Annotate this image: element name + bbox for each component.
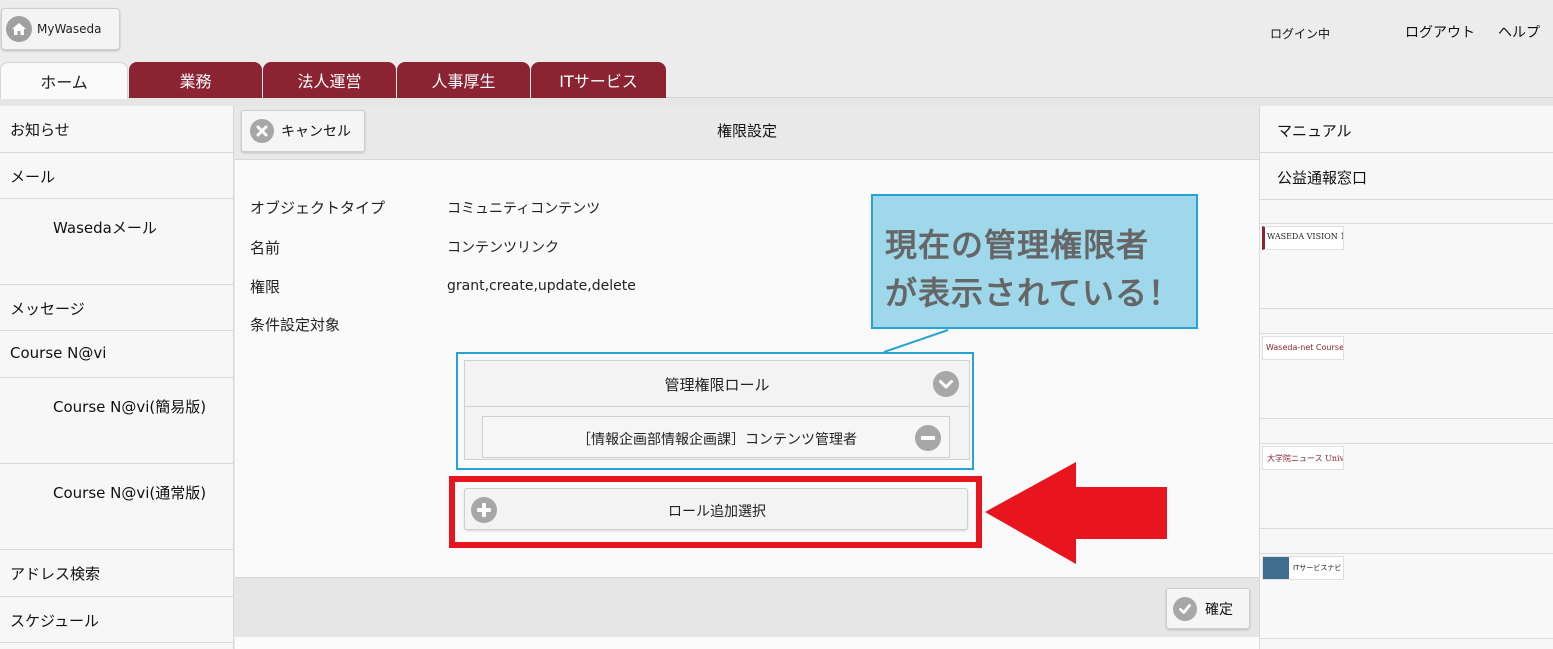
waseda-vision-logo: WASEDA VISION 150 [1262,226,1344,250]
sidebar-item-waseda-mail[interactable]: Wasedaメール [0,199,234,285]
sidebar-item-label: Course N@vi(通常版) [53,484,207,502]
banner-text: Waseda-net Course N@vi [1266,343,1344,352]
current-role-highlight-frame [456,352,974,470]
banner-it-service-navi[interactable]: ITサービスナビ [1260,553,1553,639]
sidebar-item-label: スケジュール [10,612,99,630]
confirm-button-label: 確定 [1205,601,1233,618]
bottom-strip [235,637,1259,649]
it-navi-thumbnail [1263,557,1289,579]
banner-text: 大学院ニュース University News [1267,454,1344,463]
home-button[interactable]: MyWaseda [1,8,120,50]
sidebar-item-label: Wasedaメール [53,219,157,237]
sidebar-item-course-navi-simple[interactable]: Course N@vi(簡易版) [0,378,234,464]
sidebar-item-message[interactable]: メッセージ [0,285,234,331]
field-label-permission: 権限 [250,278,281,296]
annotation-callout: 現在の管理権限者 が表示されている！ [871,194,1198,329]
sidebar-item-course-navi-normal[interactable]: Course N@vi(通常版) [0,464,234,550]
tab-bar: ホーム 業務 法人運営 人事厚生 ITサービス [0,62,1553,99]
top-header: MyWaseda ログイン中 ログアウト ヘルプ [0,0,1553,62]
tab-hr[interactable]: 人事厚生 [397,62,530,98]
field-value-permission: grant,create,update,delete [447,278,636,294]
field-label-object-type: オブジェクトタイプ [250,199,386,217]
banner-waseda-vision[interactable]: WASEDA VISION 150 [1260,223,1553,309]
tab-it-services[interactable]: ITサービス [531,62,666,98]
tab-home[interactable]: ホーム [0,62,128,99]
home-icon [6,16,32,42]
cancel-button-label: キャンセル [281,124,351,140]
dialog-footer: 確定 [235,577,1259,637]
sidebar-item-label: アドレス検索 [10,565,101,583]
close-icon [250,119,274,143]
sidebar-item-label: メール [10,168,56,186]
left-sidebar: お知らせ メール Wasedaメール メッセージ Course N@vi Cou… [0,106,234,649]
sidebar-item-label: メッセージ [10,300,85,318]
sidebar-item-whistleblowing[interactable]: 公益通報窓口 [1260,153,1553,200]
callout-line-1: 現在の管理権限者 [885,226,1150,264]
help-link[interactable]: ヘルプ [1498,22,1540,42]
home-button-label: MyWaseda [37,22,102,36]
sidebar-item-label: マニュアル [1277,122,1352,140]
university-news-logo: 大学院ニュース University News [1262,446,1344,470]
field-label-condition-target: 条件設定対象 [250,316,341,334]
login-status: ログイン中 [1270,27,1331,41]
sidebar-item-label: Course N@vi [10,344,107,362]
logout-link[interactable]: ログアウト [1405,22,1475,42]
page-title: 権限設定 [716,122,777,140]
callout-line-2: が表示されている！ [885,274,1182,312]
cancel-button[interactable]: キャンセル [241,110,365,152]
tab-business[interactable]: 業務 [129,62,262,98]
tab-corporate[interactable]: 法人運営 [263,62,396,98]
banner-text: ITサービスナビ [1293,564,1342,572]
field-label-name: 名前 [250,239,281,257]
banner-university-news[interactable]: 大学院ニュース University News [1260,443,1553,529]
sidebar-item-manual[interactable]: マニュアル [1260,106,1553,153]
banner-text: WASEDA VISION 150 [1267,232,1343,241]
course-navi-logo: Waseda-net Course N@vi [1262,336,1344,360]
sidebar-item-label: 公益通報窓口 [1277,169,1368,187]
sidebar-item-course-navi[interactable]: Course N@vi [0,331,234,378]
sidebar-item-address-search[interactable]: アドレス検索 [0,550,234,597]
banner-course-navi[interactable]: Waseda-net Course N@vi [1260,333,1553,419]
confirm-button[interactable]: 確定 [1166,588,1250,629]
sidebar-item-mail[interactable]: メール [0,153,234,199]
add-role-highlight-frame [449,476,982,548]
it-service-navi-logo: ITサービスナビ [1262,556,1344,580]
field-value-name: コンテンツリンク [447,240,559,256]
check-icon [1173,596,1197,621]
sidebar-item-label: お知らせ [10,121,70,139]
sidebar-item-label: Course N@vi(簡易版) [53,398,207,416]
sidebar-item-news[interactable]: お知らせ [0,106,234,153]
field-value-object-type: コミュニティコンテンツ [447,201,601,217]
right-sidebar: マニュアル 公益通報窓口 WASEDA VISION 150 Waseda-ne… [1259,106,1553,649]
dialog-header: 権限設定 キャンセル [235,106,1259,160]
sidebar-item-schedule[interactable]: スケジュール [0,597,234,643]
